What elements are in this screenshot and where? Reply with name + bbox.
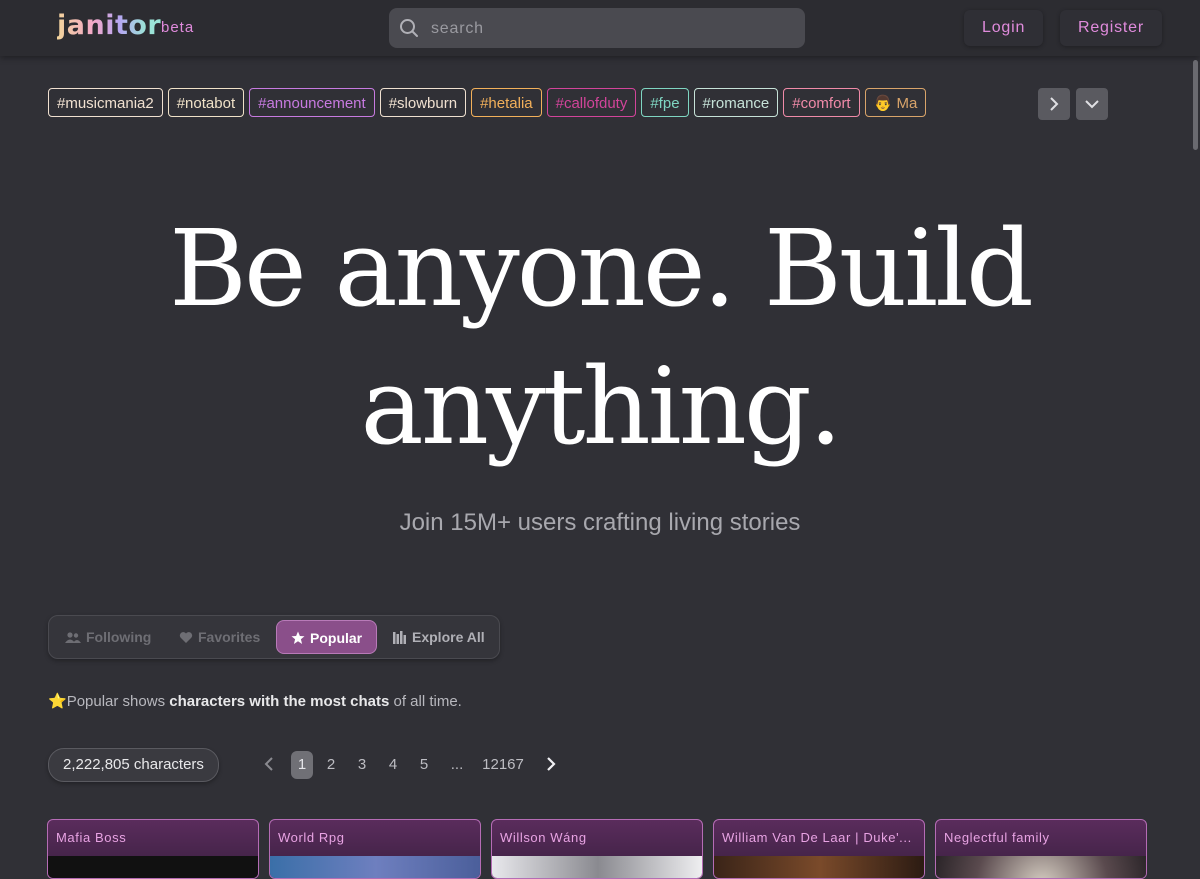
character-card-title: World Rpg <box>278 830 345 845</box>
page-ellipsis: ... <box>450 756 464 773</box>
tag-chip[interactable]: #announcement <box>249 88 375 117</box>
popular-note-suffix: of all time. <box>389 693 462 710</box>
character-card[interactable]: Mafia Boss <box>47 819 259 879</box>
tag-chip[interactable]: #comfort <box>783 88 860 117</box>
tab-following[interactable]: Following <box>65 620 151 654</box>
page-button[interactable]: 2 <box>322 751 340 779</box>
tags-next-button[interactable] <box>1038 88 1070 120</box>
prev-page-button[interactable] <box>260 751 278 779</box>
character-card-title: Willson Wáng <box>500 830 587 845</box>
logo[interactable]: janitor <box>57 10 161 41</box>
tab-favorites[interactable]: Favorites <box>179 620 260 654</box>
character-card-title: Neglectful family <box>944 830 1050 845</box>
hero-title-line-1: Be anyone. Build <box>169 207 1034 330</box>
character-card[interactable]: Willson Wáng <box>491 819 703 879</box>
page-button[interactable]: 12167 <box>480 751 526 779</box>
star-emoji-icon: ⭐ <box>48 693 67 710</box>
beta-badge: beta <box>161 19 195 36</box>
popular-description: ⭐Popular shows characters with the most … <box>48 692 462 710</box>
login-button[interactable]: Login <box>964 10 1044 46</box>
tags-expand-button[interactable] <box>1076 88 1108 120</box>
heart-icon <box>179 632 193 643</box>
tab-popular[interactable]: Popular <box>276 620 378 654</box>
search-input[interactable] <box>429 8 793 50</box>
tag-chip[interactable]: #fpe <box>641 88 689 117</box>
chevron-down-icon <box>1085 100 1099 109</box>
register-button[interactable]: Register <box>1060 10 1162 46</box>
character-card-title: Mafia Boss <box>56 830 127 845</box>
character-card-title: William Van De Laar | Duke'... <box>722 830 912 845</box>
search-bar[interactable] <box>389 8 805 50</box>
tag-list: #musicmania2 #notabot #announcement #slowbu… <box>48 88 1033 120</box>
popular-note-bold: characters with the most chats <box>169 693 390 710</box>
character-count: 2,222,805 characters <box>48 748 219 782</box>
page-button[interactable]: 1 <box>291 751 313 779</box>
chevron-left-icon <box>264 757 273 771</box>
page-scrollbar[interactable] <box>1193 60 1198 150</box>
tag-chip[interactable]: #slowburn <box>379 88 467 117</box>
character-card[interactable]: World Rpg <box>269 819 481 879</box>
chevron-right-icon <box>547 757 556 771</box>
popular-note-prefix: Popular shows <box>66 693 170 710</box>
tab-popular-label: Popular <box>310 630 363 646</box>
hero-title-line-2: anything. <box>360 345 843 468</box>
hero-subtitle: Join 15M+ users crafting living stories <box>399 509 801 536</box>
character-card[interactable]: William Van De Laar | Duke'... <box>713 819 925 879</box>
character-card[interactable]: Neglectful family <box>935 819 1147 879</box>
page-button[interactable]: 4 <box>384 751 402 779</box>
top-header: janitor beta Login Register <box>0 0 1200 56</box>
tag-chip[interactable]: #musicmania2 <box>48 88 163 117</box>
page-button[interactable]: 5 <box>415 751 433 779</box>
tab-favorites-label: Favorites <box>198 629 261 645</box>
library-icon <box>393 631 406 644</box>
tag-chip[interactable]: 👨 Ma <box>864 88 927 117</box>
star-icon <box>291 631 305 644</box>
tab-explore-label: Explore All <box>412 629 485 645</box>
page-button[interactable]: 3 <box>353 751 371 779</box>
next-page-button[interactable] <box>542 751 560 779</box>
tag-chip[interactable]: #romance <box>693 88 779 117</box>
tag-chip[interactable]: #callofduty <box>546 88 637 117</box>
hero-title: Be anyone. Build anything. <box>0 200 1200 476</box>
tag-chip[interactable]: #notabot <box>167 88 245 117</box>
tab-explore-all[interactable]: Explore All <box>393 620 485 654</box>
filter-tabs: Following Favorites Popular Explore All <box>48 615 500 659</box>
tag-chip[interactable]: #hetalia <box>471 88 542 117</box>
chevron-right-icon <box>1050 97 1059 111</box>
search-icon <box>400 19 418 37</box>
users-icon <box>65 632 81 643</box>
tab-following-label: Following <box>86 629 152 645</box>
